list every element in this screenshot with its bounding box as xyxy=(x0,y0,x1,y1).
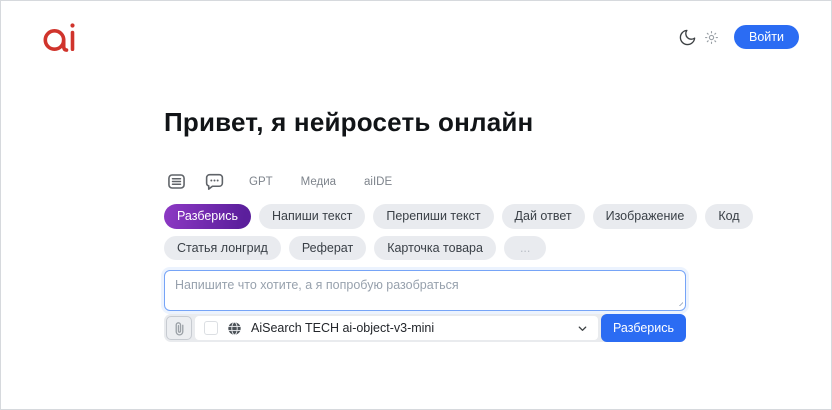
main-content: Привет, я нейросеть онлайн GPT Медиа aiI… xyxy=(164,107,753,342)
paperclip-icon xyxy=(175,321,183,335)
model-select[interactable]: AiSearch TECH ai-object-v3-mini xyxy=(195,316,598,340)
theme-toggle xyxy=(678,28,719,47)
attach-button[interactable] xyxy=(166,316,192,340)
feed-icon xyxy=(168,174,185,189)
header-actions: Войти xyxy=(678,24,799,50)
preset-pills-row2: Статья лонгрид Реферат Карточка товара .… xyxy=(164,235,686,260)
pill-kod[interactable]: Код xyxy=(705,204,753,229)
composer: AiSearch TECH ai-object-v3-mini Разберис… xyxy=(164,270,686,342)
pill-perepishi-tekst[interactable]: Перепиши текст xyxy=(373,204,494,229)
model-select-value: AiSearch TECH ai-object-v3-mini xyxy=(251,321,435,335)
tab-gpt[interactable]: GPT xyxy=(249,176,273,188)
mode-tabs: GPT Медиа aiIDE xyxy=(164,170,686,193)
pill-kartochka-tovara[interactable]: Карточка товара xyxy=(374,235,496,260)
text-tabs: GPT Медиа aiIDE xyxy=(249,176,392,188)
chat-icon xyxy=(205,173,224,190)
tab-chat-button[interactable] xyxy=(202,170,227,193)
tab-feed-button[interactable] xyxy=(164,170,189,193)
login-button[interactable]: Войти xyxy=(734,24,799,50)
logo[interactable]: ai xyxy=(41,19,81,55)
page: ai xyxy=(0,0,832,410)
page-title: Привет, я нейросеть онлайн xyxy=(164,107,534,137)
option-checkbox[interactable] xyxy=(204,321,218,335)
pill-izobrazhenie[interactable]: Изображение xyxy=(592,204,698,229)
tab-media[interactable]: Медиа xyxy=(301,176,336,188)
composer-toolbar: AiSearch TECH ai-object-v3-mini Разберис… xyxy=(164,314,686,342)
globe-icon[interactable] xyxy=(227,321,242,336)
pill-razberis[interactable]: Разберись xyxy=(164,204,251,229)
sun-icon[interactable] xyxy=(704,30,719,45)
preset-pills-row1: Разберись Напиши текст Перепиши текст Да… xyxy=(164,204,753,229)
pill-referat[interactable]: Реферат xyxy=(288,235,367,260)
pill-statya-longrid[interactable]: Статья лонгрид xyxy=(164,235,281,260)
prompt-input-wrap xyxy=(164,270,686,311)
pill-more[interactable]: ... xyxy=(503,235,547,260)
tab-aiide[interactable]: aiIDE xyxy=(364,176,392,188)
pill-day-otvet[interactable]: Дай ответ xyxy=(501,204,585,229)
logo-icon xyxy=(43,23,75,52)
pill-napishi-tekst[interactable]: Напиши текст xyxy=(259,204,366,229)
header: ai xyxy=(1,1,831,55)
moon-icon[interactable] xyxy=(678,28,697,47)
chevron-down-icon xyxy=(578,325,587,331)
prompt-input[interactable] xyxy=(164,270,686,311)
submit-button[interactable]: Разберись xyxy=(601,314,686,342)
